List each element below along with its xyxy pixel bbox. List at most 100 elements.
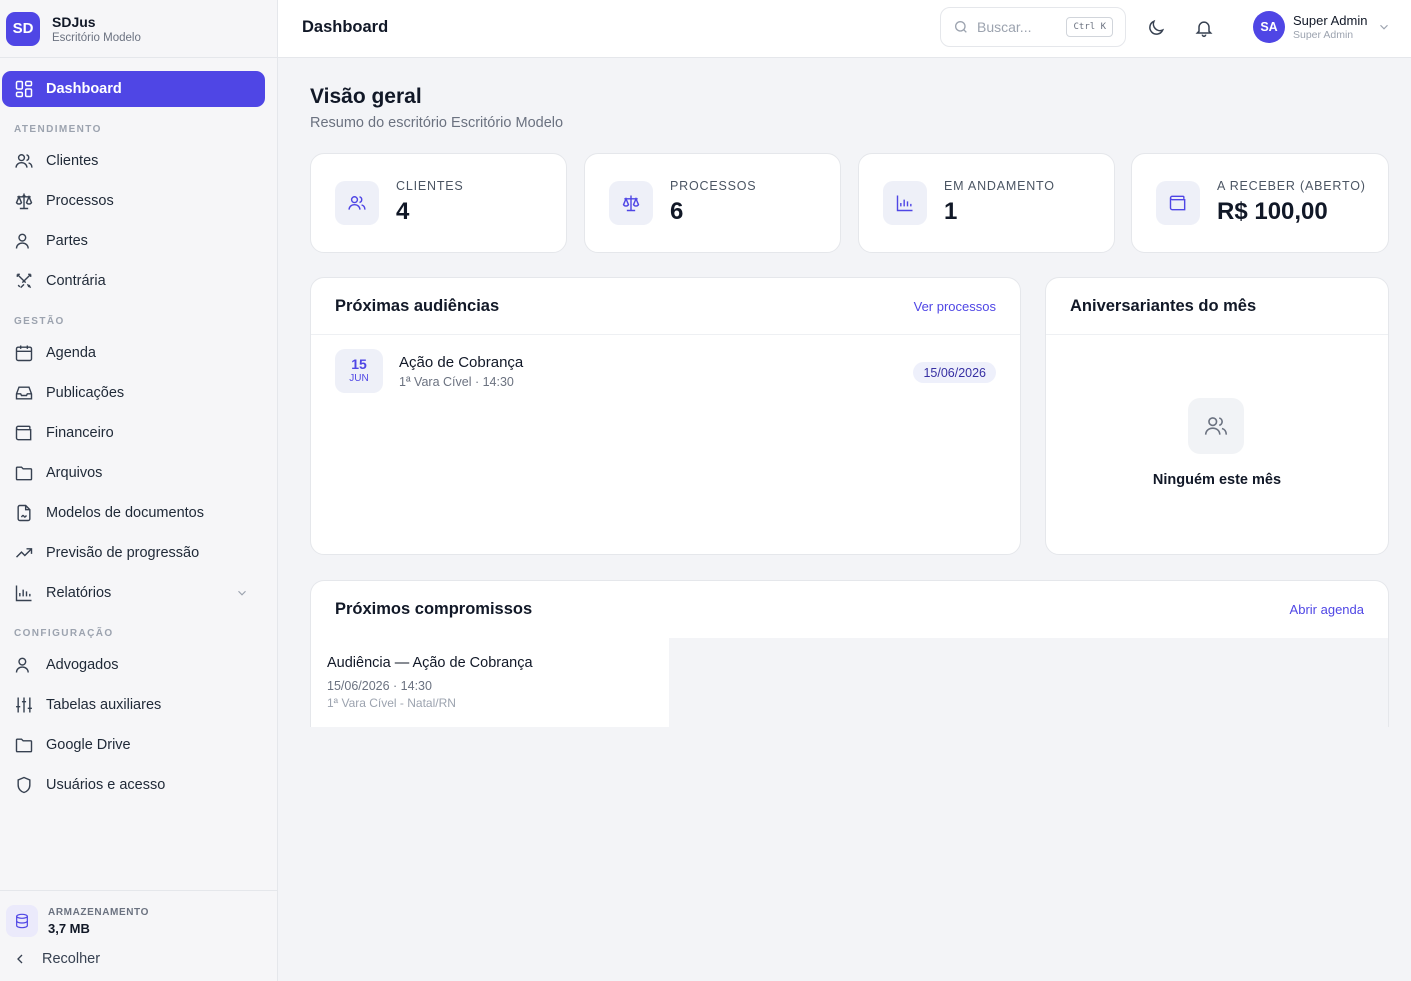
stat-card-a-receber[interactable]: A RECEBER (ABERTO) R$ 100,00: [1131, 153, 1389, 253]
stat-card-clientes[interactable]: CLIENTES 4: [310, 153, 567, 253]
chevron-left-icon: [17, 954, 23, 964]
sidebar-item-partes[interactable]: Partes: [2, 223, 275, 259]
appointment-title: Audiência — Ação de Cobrança: [327, 655, 533, 671]
users-icon: [1188, 398, 1244, 454]
page-header-title: Dashboard: [302, 18, 389, 36]
sidebar-item-modelos[interactable]: Modelos de documentos: [2, 495, 275, 531]
inbox-icon: [15, 386, 33, 400]
appointments-card: Próximos compromissos Abrir agenda Audiê…: [310, 580, 1389, 727]
moon-icon: [1149, 19, 1165, 35]
sidebar-item-label: Modelos de documentos: [46, 505, 204, 521]
calendar-icon: [15, 345, 33, 362]
storage-label: ARMAZENAMENTO: [48, 906, 149, 918]
search-input[interactable]: Buscar... Ctrl K: [940, 7, 1126, 47]
hearing-day: 15: [351, 356, 367, 372]
birthdays-empty: Ninguém este mês: [1152, 472, 1282, 488]
collapse-sidebar-button[interactable]: Recolher: [0, 937, 277, 967]
sidebar-item-label: Google Drive: [46, 737, 131, 753]
main-content: Visão geral Resumo do escritório Escritó…: [278, 59, 1411, 981]
sidebar-item-label: Clientes: [46, 153, 99, 169]
folder-icon: [15, 738, 33, 753]
sidebar-item-label: Agenda: [46, 345, 96, 361]
chevron-down-icon[interactable]: [235, 586, 249, 600]
section-configuracao: CONFIGURAÇÃO: [14, 628, 114, 639]
users-icon: [335, 181, 379, 225]
hearing-title: Ação de Cobrança: [399, 354, 524, 371]
sidebar-item-label: Contrária: [46, 273, 106, 289]
hearing-item[interactable]: 15 JUN Ação de Cobrança 1ª Vara Cível · …: [335, 349, 996, 393]
sidebar-item-dashboard[interactable]: Dashboard: [2, 71, 265, 107]
collapse-label: Recolher: [42, 951, 101, 967]
stat-label: A RECEBER (ABERTO): [1217, 179, 1366, 193]
sidebar-item-label: Relatórios: [46, 585, 112, 601]
section-gestao: GESTÃO: [14, 316, 65, 327]
sidebar-item-label: Usuários e acesso: [46, 777, 166, 793]
brand-name: SDJus: [52, 13, 96, 30]
sidebar-item-tabelas[interactable]: Tabelas auxiliares: [2, 687, 275, 723]
sidebar-item-previsao[interactable]: Previsão de progressão: [2, 535, 275, 571]
stat-card-em-andamento[interactable]: EM ANDAMENTO 1: [858, 153, 1115, 253]
section-atendimento: ATENDIMENTO: [14, 124, 102, 135]
bell-icon: [1195, 21, 1213, 38]
sidebar-item-clientes[interactable]: Clientes: [2, 143, 275, 179]
sidebar-item-publicacoes[interactable]: Publicações: [2, 375, 275, 411]
sidebar-item-contraria[interactable]: Contrária: [2, 263, 275, 299]
file-signature-icon: [17, 504, 31, 522]
hearings-title: Próximas audiências: [335, 296, 500, 315]
sidebar-item-relatorios[interactable]: Relatórios: [2, 575, 275, 611]
sidebar: SD SDJus Escritório Modelo Dashboard ATE…: [0, 0, 278, 981]
bar-chart-icon: [883, 181, 927, 225]
user-icon: [15, 657, 29, 673]
sidebar-item-label: Advogados: [46, 657, 119, 673]
stat-value: 1: [944, 198, 958, 225]
sidebar-item-label: Publicações: [46, 385, 125, 401]
stat-card-processos[interactable]: PROCESSOS 6: [584, 153, 841, 253]
user-role: Super Admin: [1293, 29, 1354, 41]
avatar: SA: [1253, 11, 1285, 43]
stat-label: EM ANDAMENTO: [944, 179, 1055, 193]
appointment-datetime: 15/06/2026 · 14:30: [327, 679, 432, 693]
notifications-button[interactable]: [1191, 15, 1217, 41]
user-icon: [15, 233, 29, 249]
scale-icon: [609, 181, 653, 225]
grid-icon: [15, 80, 33, 98]
open-agenda-link[interactable]: Abrir agenda: [1290, 602, 1364, 617]
wallet-icon: [1156, 181, 1200, 225]
user-menu[interactable]: SA Super Admin Super Admin: [1253, 11, 1391, 43]
birthdays-title: Aniversariantes do mês: [1070, 296, 1257, 315]
storage-value: 3,7 MB: [48, 920, 90, 936]
chevron-down-icon: [1380, 24, 1389, 30]
search-shortcut: Ctrl K: [1066, 17, 1113, 37]
hearing-date-box: 15 JUN: [335, 349, 383, 393]
sidebar-item-processos[interactable]: Processos: [2, 183, 275, 219]
theme-toggle-button[interactable]: [1143, 15, 1169, 41]
sliders-icon: [16, 697, 32, 713]
sidebar-item-agenda[interactable]: Agenda: [2, 335, 275, 371]
database-icon: [6, 905, 38, 937]
swords-icon: [16, 273, 32, 289]
page-title: Visão geral: [310, 85, 422, 108]
sidebar-item-advogados[interactable]: Advogados: [2, 647, 275, 683]
trending-up-icon: [15, 548, 33, 558]
brand[interactable]: SD SDJus Escritório Modelo: [0, 0, 277, 58]
sidebar-item-label: Partes: [46, 233, 88, 249]
users-icon: [15, 154, 33, 168]
sidebar-item-arquivos[interactable]: Arquivos: [2, 455, 275, 491]
appointment-item[interactable]: Audiência — Ação de Cobrança 15/06/2026 …: [311, 638, 669, 727]
folder-icon: [15, 466, 33, 481]
hearings-card: Próximas audiências Ver processos 15 JUN…: [310, 277, 1021, 555]
topbar: Dashboard Buscar... Ctrl K SA Super Admi…: [278, 0, 1411, 58]
wallet-icon: [15, 425, 32, 441]
sidebar-nav: Dashboard ATENDIMENTO Clientes Processos…: [0, 58, 277, 803]
sidebar-item-usuarios[interactable]: Usuários e acesso: [2, 767, 275, 803]
stat-label: CLIENTES: [396, 179, 464, 193]
appointments-title: Próximos compromissos: [335, 600, 533, 618]
sidebar-item-google-drive[interactable]: Google Drive: [2, 727, 275, 763]
brand-subtitle: Escritório Modelo: [52, 31, 141, 44]
page-subtitle: Resumo do escritório Escritório Modelo: [310, 115, 564, 131]
shield-icon: [17, 776, 31, 794]
sidebar-item-label: Dashboard: [46, 81, 122, 97]
sidebar-item-financeiro[interactable]: Financeiro: [2, 415, 275, 451]
sidebar-item-label: Arquivos: [46, 465, 103, 481]
view-processes-link[interactable]: Ver processos: [914, 299, 996, 314]
